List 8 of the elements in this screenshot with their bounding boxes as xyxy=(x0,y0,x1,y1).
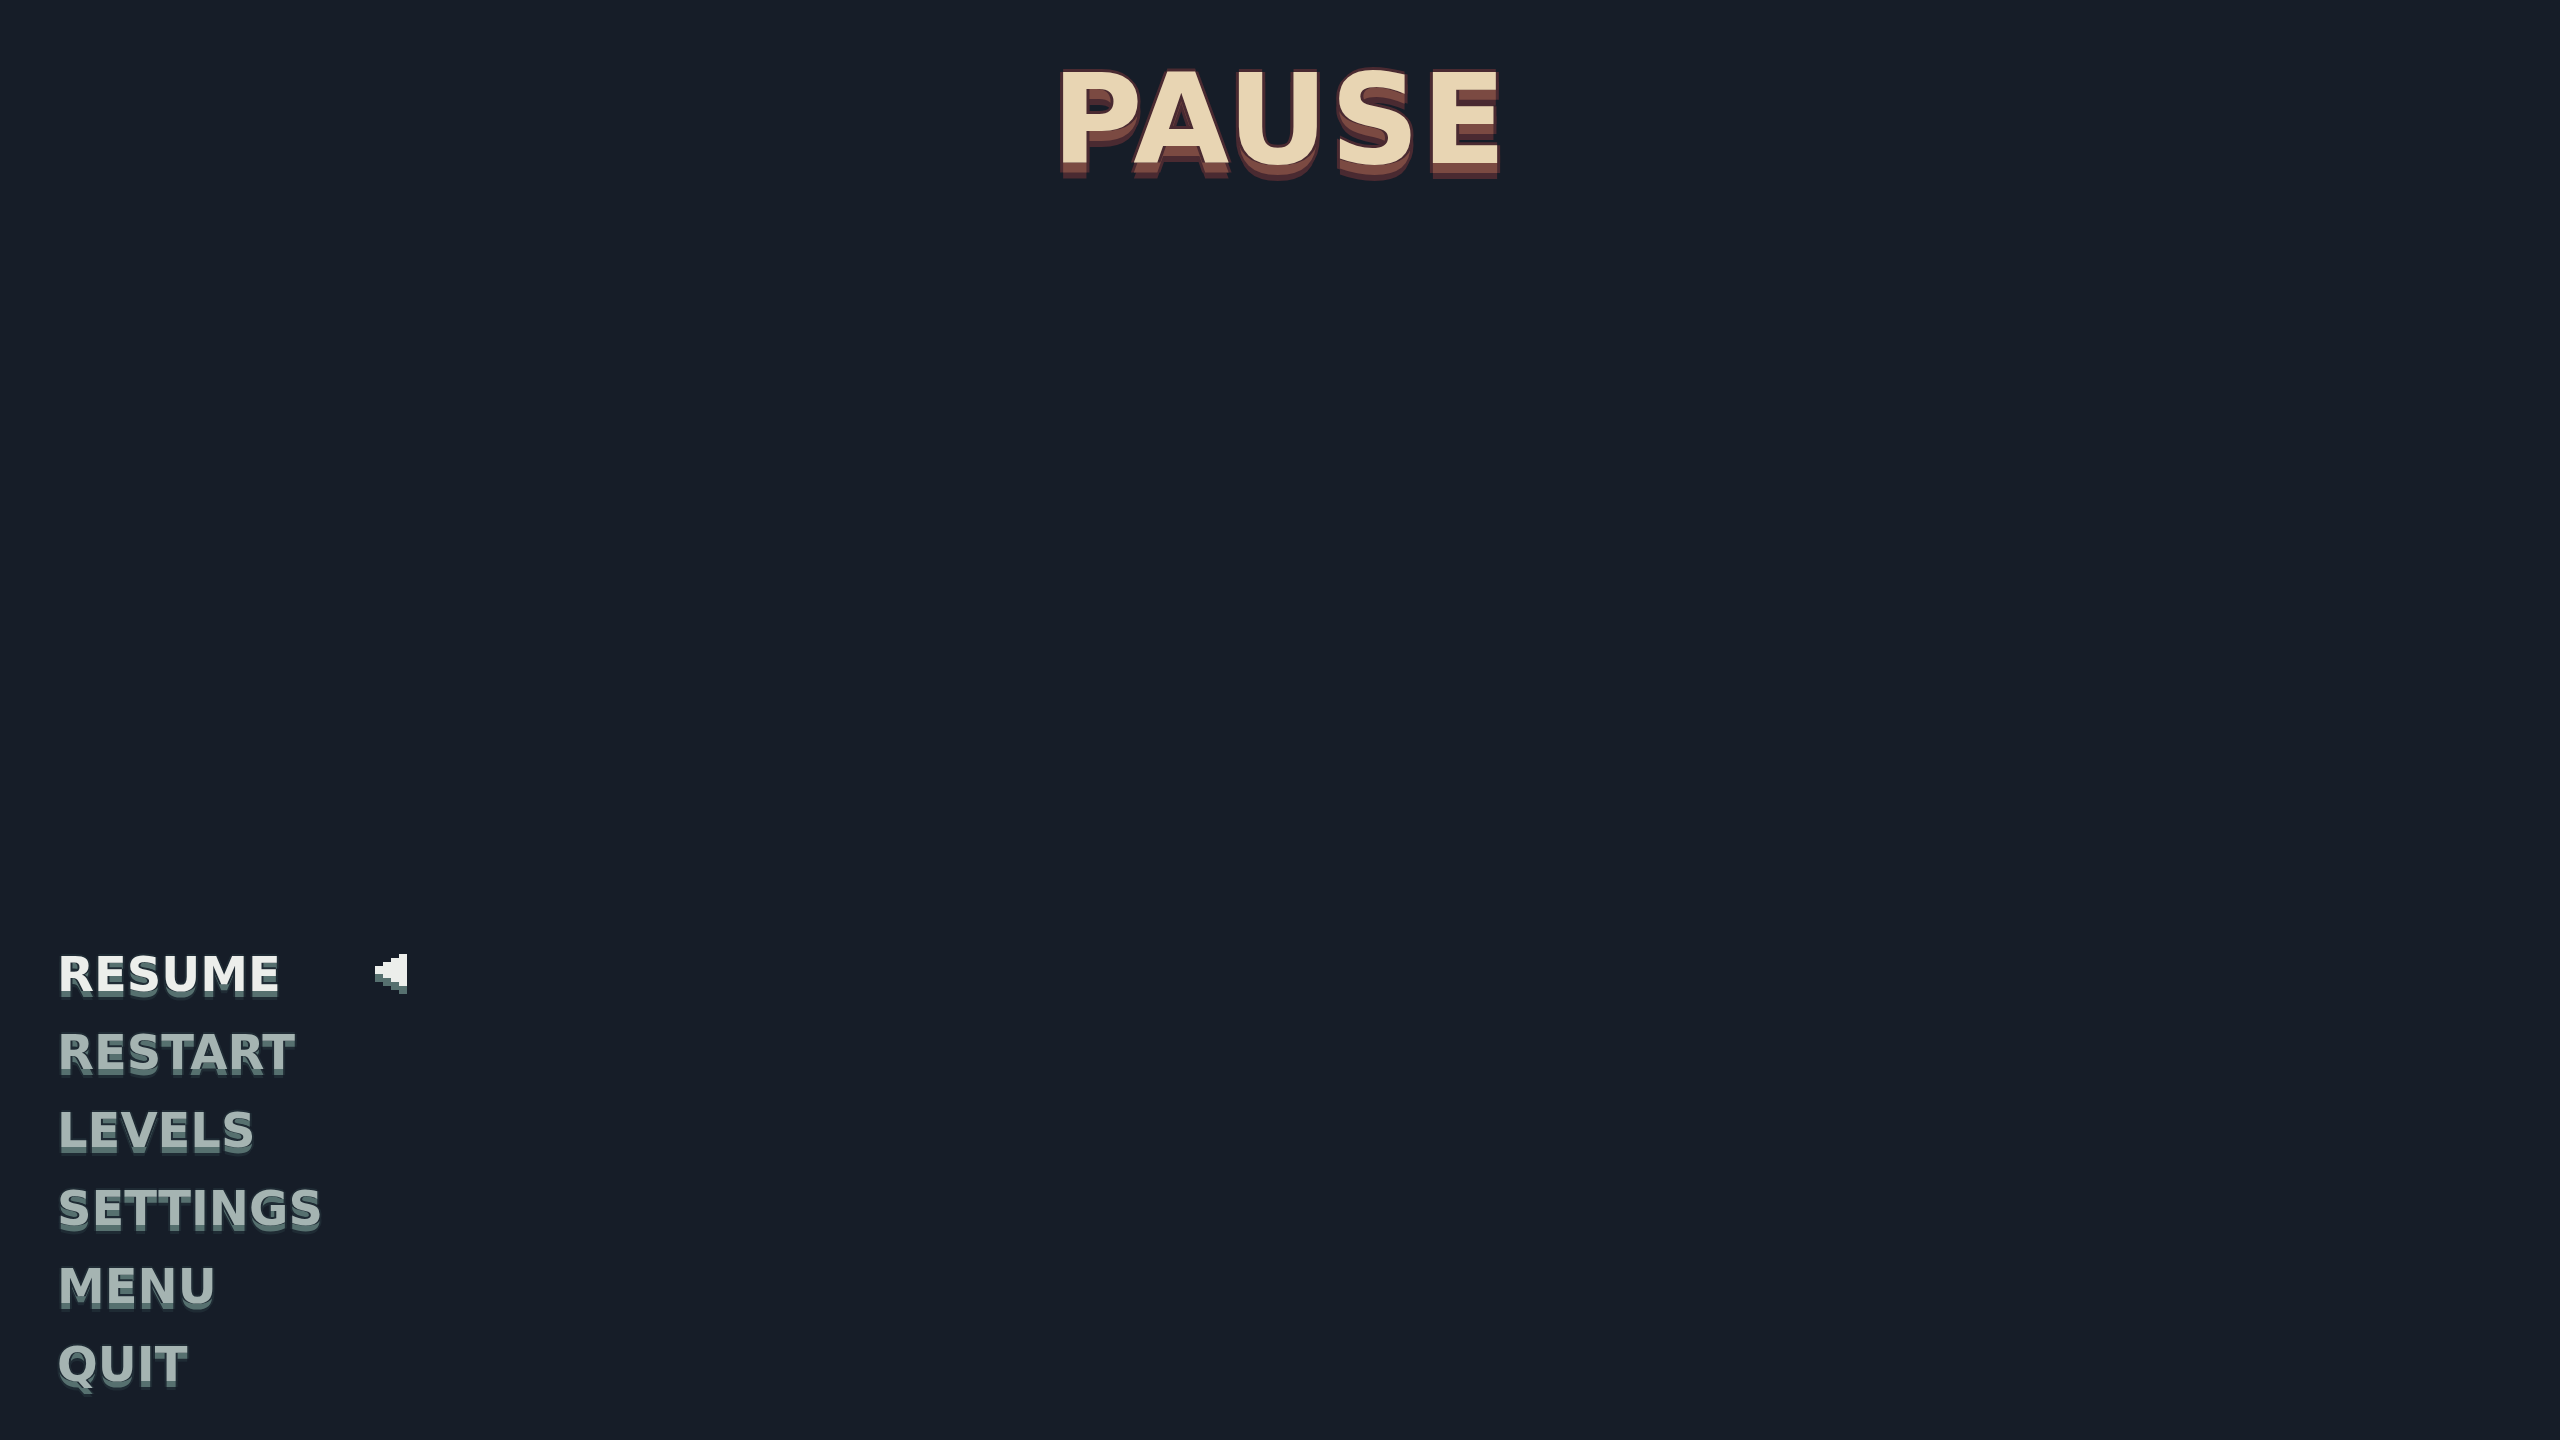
menu-item[interactable]: SETTINGS xyxy=(57,1184,323,1232)
menu-item[interactable]: RESUME xyxy=(57,950,281,998)
menu-item[interactable]: LEVELS xyxy=(57,1106,256,1154)
menu-item[interactable]: MENU xyxy=(57,1262,217,1310)
menu-item[interactable]: RESTART xyxy=(57,1028,296,1076)
menu-item[interactable]: QUIT xyxy=(57,1340,188,1388)
pointer-arrow-icon xyxy=(374,954,407,994)
pause-title: PAUSE xyxy=(1051,52,1509,189)
